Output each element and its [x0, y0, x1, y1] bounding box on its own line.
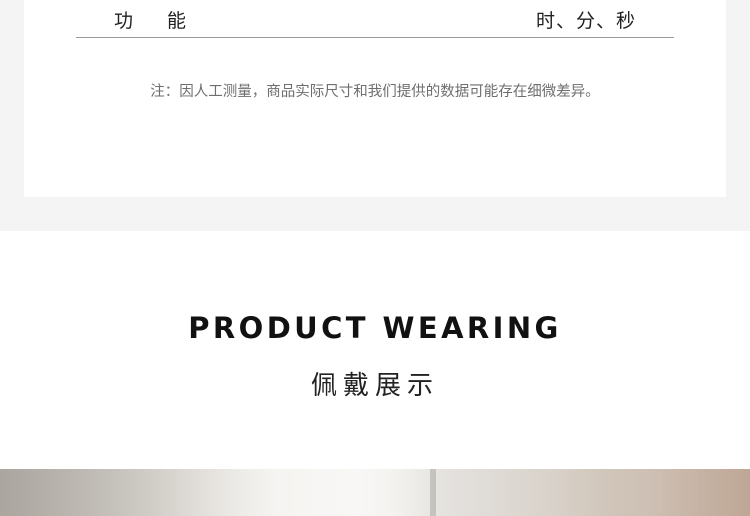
section-title: PRODUCT WEARING — [188, 311, 562, 345]
photo-shadow — [0, 469, 170, 516]
measurement-note: 注：因人工测量，商品实际尺寸和我们提供的数据可能存在细微差异。 — [150, 84, 600, 100]
product-detail-page: 功能 时、分、秒 注：因人工测量，商品实际尺寸和我们提供的数据可能存在细微差异。… — [0, 0, 750, 516]
wearing-photo — [0, 469, 750, 516]
section-subtitle: 佩戴展示 — [310, 371, 439, 401]
spec-value: 时、分、秒 — [535, 10, 636, 32]
photo-fabric-highlight — [170, 469, 440, 516]
photo-sleeve — [560, 469, 750, 516]
spec-table-section: 功能 时、分、秒 注：因人工测量，商品实际尺寸和我们提供的数据可能存在细微差异。 — [0, 0, 750, 231]
photo-fabric-fold — [430, 469, 436, 516]
spec-label: 功能 — [114, 10, 221, 32]
spec-table-card: 功能 时、分、秒 注：因人工测量，商品实际尺寸和我们提供的数据可能存在细微差异。 — [24, 0, 726, 197]
spec-row-function: 功能 时、分、秒 — [76, 0, 674, 38]
